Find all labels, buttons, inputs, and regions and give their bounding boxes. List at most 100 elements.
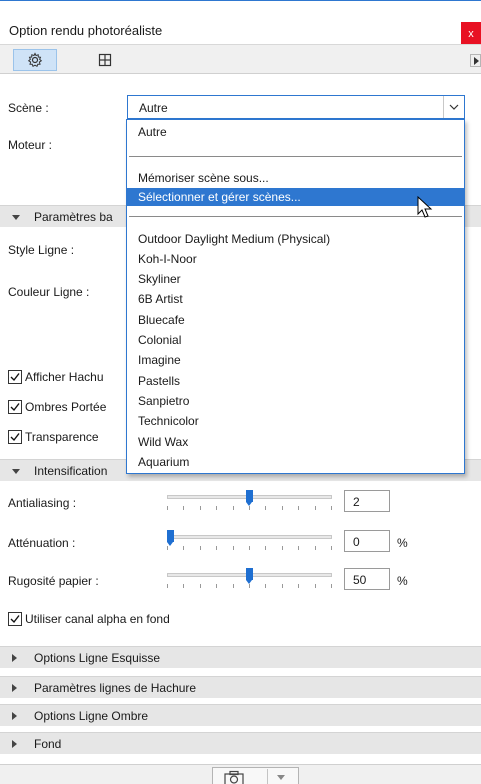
slider-tick — [249, 506, 250, 510]
dropdown-item-scene[interactable]: Outdoor Daylight Medium (Physical) — [127, 230, 464, 248]
mouse-pointer-icon — [417, 196, 433, 218]
slider-tick — [183, 546, 184, 550]
slider-tick — [298, 506, 299, 510]
line-style-label: Style Ligne : — [8, 243, 75, 257]
attenuation-unit: % — [397, 536, 408, 550]
section-title: Paramètres lignes de Hachure — [34, 681, 197, 695]
section-title: Options Ligne Ombre — [34, 709, 149, 723]
scroll-right-arrow[interactable] — [470, 54, 481, 67]
dropdown-item-autre[interactable]: Autre — [127, 123, 464, 141]
title-bar: Option rendu photoréaliste x — [0, 0, 481, 46]
slider-thumb[interactable] — [167, 530, 174, 546]
section-sketch-line-options[interactable]: Options Ligne Esquisse — [0, 646, 481, 668]
gear-icon — [27, 52, 43, 68]
dropdown-item-scene[interactable]: Colonial — [127, 331, 464, 349]
camera-icon — [224, 770, 244, 784]
slider-tick — [298, 584, 299, 588]
expand-right-icon — [12, 712, 17, 720]
slider-tick — [183, 584, 184, 588]
slider-ticks — [167, 584, 332, 588]
dropdown-item-scene[interactable]: Aquarium — [127, 453, 464, 471]
attenuation-label: Atténuation : — [8, 536, 76, 550]
slider-ticks — [167, 546, 332, 550]
paper-roughness-label: Rugosité papier : — [8, 574, 99, 588]
slider-tick — [315, 546, 316, 550]
view-tab[interactable] — [83, 49, 127, 71]
paper-roughness-input[interactable]: 50 — [344, 568, 390, 590]
section-title: Options Ligne Esquisse — [34, 651, 161, 665]
cast-shadows-label: Ombres Portée — [25, 400, 107, 414]
slider-tick — [200, 546, 201, 550]
cast-shadows-checkbox[interactable] — [8, 400, 22, 414]
slider-tick — [216, 546, 217, 550]
dropdown-item-scene[interactable]: Wild Wax — [127, 433, 464, 451]
slider-tick — [167, 506, 168, 510]
paper-roughness-value: 50 — [353, 573, 367, 587]
crosshair-frame-icon — [98, 53, 112, 67]
line-color-label: Couleur Ligne : — [8, 285, 90, 299]
checkmark-icon — [10, 615, 20, 624]
close-button[interactable]: x — [461, 22, 481, 46]
alpha-bg-label: Utiliser canal alpha en fond — [25, 612, 170, 626]
dropdown-item-scene[interactable]: Sanpietro — [127, 392, 464, 410]
slider-tick — [298, 546, 299, 550]
paper-roughness-unit: % — [397, 574, 408, 588]
slider-tick — [183, 506, 184, 510]
antialiasing-slider[interactable] — [167, 489, 332, 511]
slider-tick — [315, 506, 316, 510]
section-background[interactable]: Fond — [0, 732, 481, 754]
paper-roughness-slider[interactable] — [167, 567, 332, 589]
scene-dropdown-list: Autre Mémoriser scène sous... Sélectionn… — [126, 119, 465, 474]
attenuation-input[interactable]: 0 — [344, 530, 390, 552]
alpha-bg-checkbox[interactable] — [8, 612, 22, 626]
attenuation-slider[interactable] — [167, 529, 332, 551]
slider-tick — [282, 584, 283, 588]
antialiasing-value: 2 — [353, 495, 360, 509]
checkmark-icon — [10, 373, 20, 382]
chevron-down-icon — [449, 104, 459, 110]
dropdown-item-scene[interactable]: Koh-I-Noor — [127, 250, 464, 268]
dropdown-item-scene[interactable]: 6B Artist — [127, 290, 464, 308]
settings-tab[interactable] — [13, 49, 57, 71]
slider-tick — [331, 506, 332, 510]
slider-tick — [315, 584, 316, 588]
dropdown-item-scene[interactable]: Bluecafe — [127, 311, 464, 329]
scene-select[interactable]: Autre — [127, 95, 465, 119]
slider-tick — [216, 506, 217, 510]
dropdown-item-memorize[interactable]: Mémoriser scène sous... — [127, 169, 464, 187]
checkmark-icon — [10, 433, 20, 442]
scene-select-value: Autre — [139, 101, 168, 115]
divider — [267, 769, 268, 784]
dropdown-item-select-manage[interactable]: Sélectionner et gérer scènes... — [127, 188, 464, 206]
section-title: Intensification — [34, 464, 108, 478]
slider-tick — [331, 584, 332, 588]
show-hatch-checkbox[interactable] — [8, 370, 22, 384]
expand-right-icon — [12, 654, 17, 662]
scene-select-button[interactable] — [443, 96, 464, 118]
slider-tick — [265, 546, 266, 550]
checkmark-icon — [10, 403, 20, 412]
slider-thumb[interactable] — [246, 568, 253, 584]
antialiasing-label: Antialiasing : — [8, 496, 77, 510]
slider-thumb[interactable] — [246, 490, 253, 506]
section-shadow-line-options[interactable]: Options Ligne Ombre — [0, 704, 481, 726]
dropdown-separator — [129, 156, 462, 157]
slider-tick — [265, 506, 266, 510]
window-title: Option rendu photoréaliste — [9, 23, 163, 38]
engine-label: Moteur : — [8, 138, 53, 152]
chevron-down-icon — [277, 775, 285, 780]
dropdown-item-scene[interactable]: Pastells — [127, 372, 464, 390]
slider-tick — [216, 584, 217, 588]
transparency-checkbox[interactable] — [8, 430, 22, 444]
scene-label: Scène : — [8, 101, 49, 115]
section-hatch-line-params[interactable]: Paramètres lignes de Hachure — [0, 676, 481, 698]
slider-tick — [282, 546, 283, 550]
dropdown-item-scene[interactable]: Skyliner — [127, 270, 464, 288]
antialiasing-input[interactable]: 2 — [344, 490, 390, 512]
slider-tick — [200, 506, 201, 510]
slider-tick — [233, 546, 234, 550]
dropdown-item-scene[interactable]: Imagine — [127, 351, 464, 369]
dropdown-item-scene[interactable]: Technicolor — [127, 412, 464, 430]
slider-tick — [233, 506, 234, 510]
render-button[interactable] — [212, 767, 299, 784]
